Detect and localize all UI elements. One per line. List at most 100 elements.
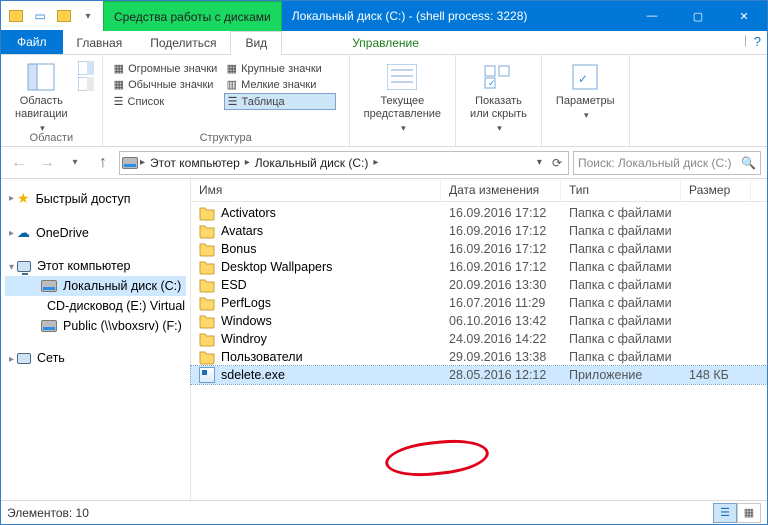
chevron-right-icon[interactable]: ▸ xyxy=(9,228,14,239)
table-row[interactable]: Avatars16.09.2016 17:12Папка с файлами xyxy=(191,222,767,240)
nav-cd-drive[interactable]: CD-дисковод (E:) VirtualB xyxy=(5,296,186,316)
nav-quick-access[interactable]: ★Быстрый доступ xyxy=(5,187,186,210)
file-name: Пользователи xyxy=(221,350,303,364)
chevron-right-icon[interactable]: ▸ xyxy=(9,354,14,365)
navigation-pane[interactable]: ▸ ★Быстрый доступ ▸ ☁OneDrive ▾ Этот ком… xyxy=(1,179,191,500)
file-type: Папка с файлами xyxy=(561,224,681,238)
file-name: Avatars xyxy=(221,224,263,238)
folder-icon xyxy=(199,313,215,329)
ribbon: Область навигации ▾ Области ▦Огромные зн… xyxy=(1,55,767,147)
search-icon: 🔍 xyxy=(741,156,756,170)
breadcrumb[interactable]: ▸ Этот компьютер ▸ Локальный диск (C:) ▸… xyxy=(119,151,569,175)
address-bar: ← → ▾ ↑ ▸ Этот компьютер ▸ Локальный дис… xyxy=(1,147,767,179)
table-row[interactable]: Windows06.10.2016 13:42Папка с файлами xyxy=(191,312,767,330)
file-date: 24.09.2016 14:22 xyxy=(441,332,561,346)
nav-onedrive[interactable]: ☁OneDrive xyxy=(5,222,186,244)
nav-network[interactable]: Сеть xyxy=(5,348,186,368)
drive-icon xyxy=(41,280,57,292)
nav-this-pc[interactable]: Этот компьютер xyxy=(5,256,186,276)
qat-dropdown-icon[interactable]: ▾ xyxy=(77,5,99,27)
view-toggle: ☰ ▦ xyxy=(713,503,761,523)
file-type: Папка с файлами xyxy=(561,260,681,274)
nav-back-button[interactable]: ← xyxy=(7,151,31,175)
table-row[interactable]: Bonus16.09.2016 17:12Папка с файлами xyxy=(191,240,767,258)
pc-icon xyxy=(17,261,31,272)
nav-up-button[interactable]: ↑ xyxy=(91,151,115,175)
nav-drive-c[interactable]: Локальный диск (C:) xyxy=(5,276,186,296)
layout-gallery[interactable]: ▦Огромные значки ▦Крупные значки ▦Обычны… xyxy=(111,59,341,110)
refresh-icon[interactable]: ⟳ xyxy=(548,156,566,170)
table-row[interactable]: Windroy 24.09.2016 14:22Папка с файлами xyxy=(191,330,767,348)
tab-file[interactable]: Файл xyxy=(1,30,63,54)
tab-manage[interactable]: Управление xyxy=(322,32,449,54)
options-button[interactable]: ✓ Параметры▾ xyxy=(550,59,621,142)
folder-icon xyxy=(199,331,215,347)
chevron-right-icon[interactable]: ▸ xyxy=(373,157,378,168)
quick-access-toolbar: ▭ ▾ xyxy=(1,1,103,31)
folder-icon xyxy=(199,205,215,221)
chevron-right-icon[interactable]: ▸ xyxy=(140,157,145,168)
layout-small[interactable]: ▥Мелкие значки xyxy=(224,77,336,92)
search-input[interactable]: Поиск: Локальный диск (C:) 🔍 xyxy=(573,151,761,175)
table-row[interactable]: Activators16.09.2016 17:12Папка с файлам… xyxy=(191,204,767,222)
layout-huge[interactable]: ▦Огромные значки xyxy=(111,61,223,76)
chevron-right-icon[interactable]: ▸ xyxy=(245,157,250,168)
properties-icon[interactable]: ▭ xyxy=(29,5,51,27)
file-type: Папка с файлами xyxy=(561,332,681,346)
file-date: 06.10.2016 13:42 xyxy=(441,314,561,328)
tab-view[interactable]: Вид xyxy=(230,31,282,55)
table-row[interactable]: PerfLogs16.07.2016 11:29Папка с файлами xyxy=(191,294,767,312)
new-folder-icon[interactable] xyxy=(53,5,75,27)
col-size[interactable]: Размер xyxy=(681,179,751,201)
nav-public-share[interactable]: Public (\\vboxsrv) (F:) xyxy=(5,316,186,336)
chevron-right-icon[interactable]: ▸ xyxy=(9,193,14,204)
window-controls: — ▢ ✕ xyxy=(629,1,767,31)
file-date: 16.09.2016 17:12 xyxy=(441,206,561,220)
help-icon[interactable]: ? xyxy=(754,34,761,49)
column-headers[interactable]: Имя Дата изменения Тип Размер xyxy=(191,179,767,202)
table-row[interactable]: Пользователи 29.09.2016 13:38Папка с файл… xyxy=(191,348,767,366)
folder-icon xyxy=(199,349,215,365)
col-date[interactable]: Дата изменения xyxy=(441,179,561,201)
address-dropdown-icon[interactable]: ▾ xyxy=(533,157,546,168)
ribbon-group-panes: Области xyxy=(1,132,102,144)
table-row[interactable]: sdelete.exe28.05.2016 12:12Приложение148… xyxy=(191,366,767,384)
ribbon-group-layout: Структура xyxy=(103,132,349,144)
show-hide-button[interactable]: ✓ Показать или скрыть▾ xyxy=(464,59,533,142)
nav-pane-button[interactable]: Область навигации ▾ xyxy=(9,59,74,142)
file-list[interactable]: Имя Дата изменения Тип Размер Activators… xyxy=(191,179,767,500)
table-row[interactable]: Desktop Wallpapers16.09.2016 17:12Папка … xyxy=(191,258,767,276)
col-name[interactable]: Имя xyxy=(191,179,441,201)
minimize-button[interactable]: — xyxy=(629,1,675,31)
file-date: 16.09.2016 17:12 xyxy=(441,260,561,274)
breadcrumb-root[interactable]: Этот компьютер xyxy=(147,156,243,170)
layout-medium[interactable]: ▦Обычные значки xyxy=(111,77,223,92)
file-type: Папка с файлами xyxy=(561,350,681,364)
explorer-window: ▭ ▾ Средства работы с дисками Локальный … xyxy=(0,0,768,525)
col-type[interactable]: Тип xyxy=(561,179,681,201)
layout-details[interactable]: ☰Таблица xyxy=(224,93,336,110)
nav-history-dropdown[interactable]: ▾ xyxy=(63,151,87,175)
tab-home[interactable]: Главная xyxy=(63,32,137,54)
table-row[interactable]: ESD20.09.2016 13:30Папка с файлами xyxy=(191,276,767,294)
details-pane-button[interactable] xyxy=(78,77,94,91)
layout-list[interactable]: ☰Список xyxy=(111,93,223,110)
content-area: ▸ ★Быстрый доступ ▸ ☁OneDrive ▾ Этот ком… xyxy=(1,179,767,500)
maximize-button[interactable]: ▢ xyxy=(675,1,721,31)
tab-share[interactable]: Поделиться xyxy=(136,32,230,54)
file-date: 16.09.2016 17:12 xyxy=(441,242,561,256)
nav-forward-button[interactable]: → xyxy=(35,151,59,175)
thumbnails-view-toggle[interactable]: ▦ xyxy=(737,503,761,523)
details-view-toggle[interactable]: ☰ xyxy=(713,503,737,523)
breadcrumb-drive[interactable]: Локальный диск (C:) xyxy=(252,156,372,170)
file-date: 29.09.2016 13:38 xyxy=(441,350,561,364)
chevron-down-icon[interactable]: ▾ xyxy=(9,262,14,273)
preview-pane-button[interactable] xyxy=(78,61,94,75)
file-size: 148 КБ xyxy=(681,368,751,382)
file-name: Windroy xyxy=(221,332,267,346)
item-count: Элементов: 10 xyxy=(7,506,89,520)
layout-large[interactable]: ▦Крупные значки xyxy=(224,61,336,76)
current-view-button[interactable]: Текущее представление▾ xyxy=(358,59,447,142)
folder-icon xyxy=(199,223,215,239)
close-button[interactable]: ✕ xyxy=(721,1,767,31)
